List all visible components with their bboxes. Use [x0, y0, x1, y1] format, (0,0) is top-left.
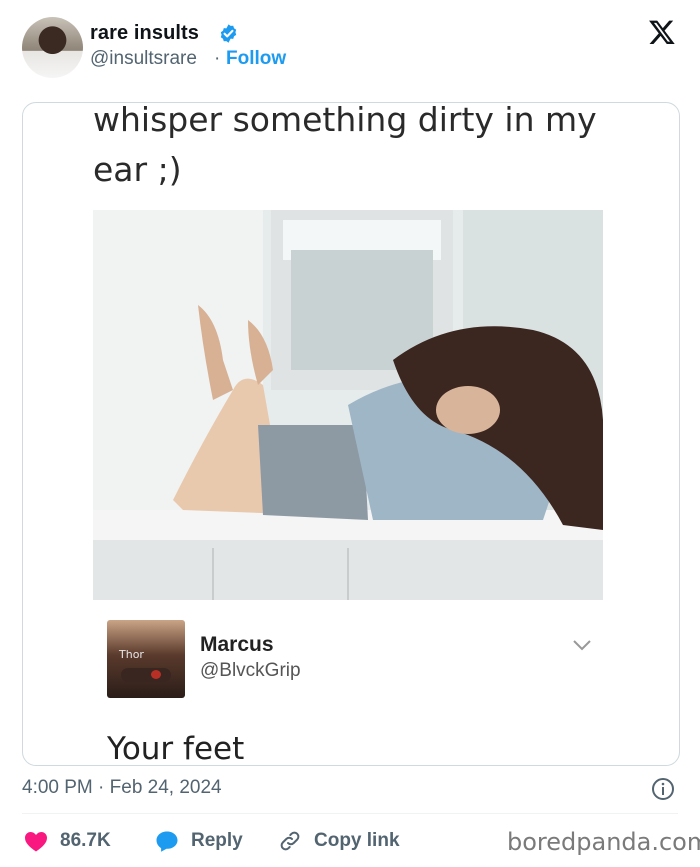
x-logo-icon[interactable]	[647, 18, 677, 46]
tweet-photo[interactable]	[93, 210, 603, 600]
author-display-name[interactable]: rare insults	[90, 22, 199, 45]
like-button[interactable]: 86.7K	[24, 827, 111, 855]
tweet-text: whisper something dirty in my ear ;)	[93, 102, 613, 195]
reply-text: Your feet	[107, 731, 245, 766]
info-icon[interactable]	[651, 777, 675, 801]
chevron-down-icon	[573, 640, 591, 651]
author-handle[interactable]: @insultsrare	[90, 48, 197, 70]
verified-badge-icon	[220, 24, 237, 43]
reply-label: Reply	[191, 830, 243, 851]
divider	[22, 813, 678, 814]
author-avatar[interactable]	[22, 17, 83, 78]
reply-author-handle: @BlvckGrip	[200, 660, 301, 681]
like-count: 86.7K	[60, 830, 111, 851]
tweet-text-line-1: whisper something dirty in my	[93, 102, 597, 139]
reply-avatar[interactable]: Thor	[107, 620, 185, 698]
copy-link-button[interactable]: Copy link	[278, 827, 400, 855]
reply-avatar-label: Thor	[119, 648, 144, 661]
reply-button[interactable]: Reply	[155, 827, 243, 855]
copy-link-label: Copy link	[314, 830, 400, 851]
reply-author-name: Marcus	[200, 633, 274, 656]
watermark: boredpanda.com	[507, 828, 700, 856]
separator-dot: ·	[214, 48, 221, 69]
link-icon	[280, 831, 300, 851]
tweet-timestamp[interactable]: 4:00 PM · Feb 24, 2024	[22, 777, 222, 799]
media-card[interactable]: whisper something dirty in my ear ;) Tho…	[22, 102, 680, 766]
follow-button[interactable]: Follow	[226, 48, 286, 70]
reply-bubble-icon	[156, 831, 178, 852]
tweet-header: rare insults @insultsrare · Follow	[0, 0, 700, 92]
tweet-text-line-2: ear ;)	[93, 150, 182, 189]
heart-icon	[25, 832, 47, 852]
